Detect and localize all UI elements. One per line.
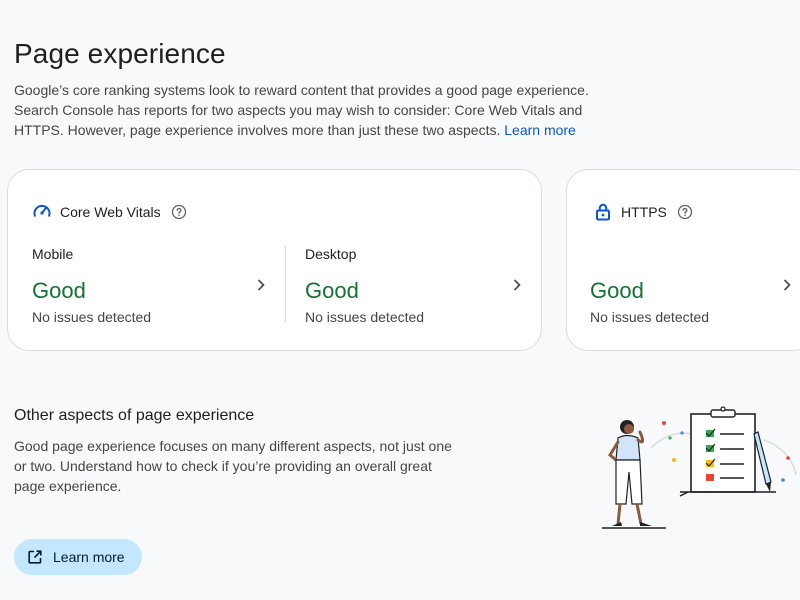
core-web-vitals-title: Core Web Vitals [60,204,161,220]
mobile-metric[interactable]: Mobile Good No issues detected [32,246,272,328]
checklist-illustration [596,400,800,535]
https-detail: No issues detected [590,309,710,325]
https-title: HTTPS [621,204,667,220]
https-metric[interactable]: Good No issues detected [590,246,792,328]
https-card: HTTPS Good No issues detected [566,169,800,351]
mobile-label: Mobile [32,246,74,262]
other-aspects-body: Good page experience focuses on many dif… [14,438,452,494]
page-intro: Google’s core ranking systems look to re… [14,80,599,140]
learn-more-button-label: Learn more [53,549,125,565]
metric-divider [285,246,286,322]
core-web-vitals-header: Core Web Vitals [32,202,187,222]
page-title: Page experience [14,38,226,69]
desktop-detail: No issues detected [305,309,425,325]
open-in-new-icon [27,549,43,565]
chevron-right-icon[interactable] [512,278,522,292]
other-aspects-title: Other aspects of page experience [14,407,255,424]
mobile-status: Good [32,278,86,303]
core-web-vitals-card: Core Web Vitals Mobile Good No issues de… [7,169,542,351]
desktop-metric[interactable]: Desktop Good No issues detected [305,246,530,328]
mobile-detail: No issues detected [32,309,152,325]
chevron-right-icon[interactable] [256,278,266,292]
intro-learn-more-link[interactable]: Learn more [504,122,576,138]
page-intro-text: Google’s core ranking systems look to re… [14,82,589,138]
chevron-right-icon[interactable] [782,278,792,292]
desktop-status: Good [305,278,359,303]
learn-more-button[interactable]: Learn more [14,539,142,575]
lock-icon [593,202,613,222]
gauge-icon [32,202,52,222]
desktop-label: Desktop [305,246,357,262]
https-header: HTTPS [593,202,693,222]
help-icon[interactable] [171,204,187,220]
help-icon[interactable] [677,204,693,220]
https-status: Good [590,278,644,303]
